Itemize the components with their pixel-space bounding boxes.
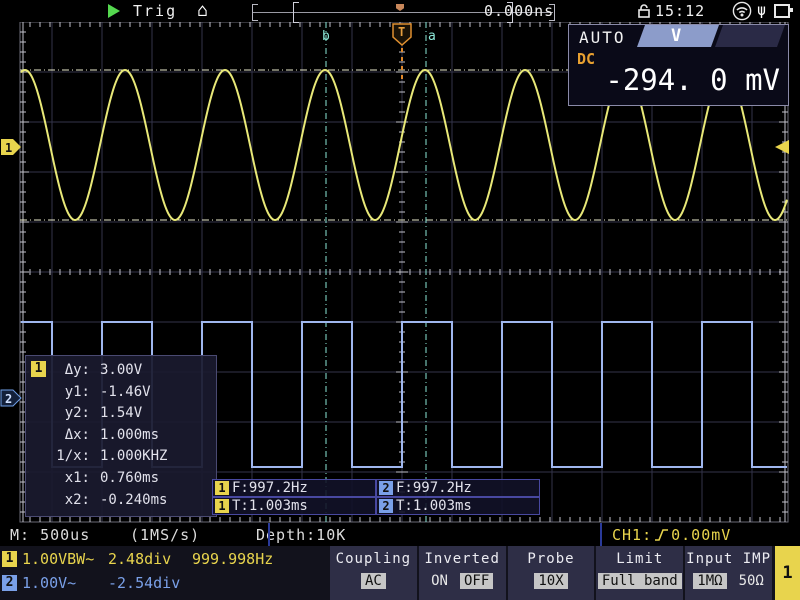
cursor-row-value: 1.000ms — [100, 425, 159, 447]
cursor-row: Δy: 3.00V — [26, 360, 216, 382]
svg-text:T: T — [398, 25, 405, 39]
meter-unit-tab-shadow — [715, 25, 785, 47]
clock: 15:12 — [655, 2, 705, 20]
oscilloscope-ui: { "top_bar": { "trig_label": "Trig", "ho… — [0, 0, 800, 600]
menu-section-coupling[interactable]: Coupling AC — [330, 546, 417, 600]
status-bar: M: 500us (1MS/s) Depth:10K CH1: 0.00mV — [0, 523, 800, 546]
menu-option[interactable]: 1MΩ — [693, 573, 726, 589]
measurement-channel-badge: 1 — [215, 499, 229, 513]
usb-icon: ψ — [757, 1, 766, 19]
meter-unit-label: V — [671, 26, 681, 46]
cursor-measure-box: 1 Δy:3.00Vy1:-1.46Vy2:1.54VΔx:1.000ms1/x… — [25, 355, 217, 517]
cursor-row-label: y2: — [26, 403, 90, 425]
cursor-row-value: 3.00V — [100, 360, 142, 382]
channel1-frequency: 999.998Hz — [192, 550, 273, 568]
horizontal-offset-readout: 0.000ns — [484, 2, 554, 20]
cursor-row: y2: 1.54V — [26, 403, 216, 425]
cursor-row-value: 1.54V — [100, 403, 142, 425]
x-cursor-label: b — [322, 29, 330, 44]
meter-mode-label: AUTO — [579, 28, 626, 47]
cursor-row: 1/x: 1.000KHZ — [26, 446, 216, 468]
cursor-row-label: 1/x: — [26, 446, 90, 468]
channel1-scale: 1.00VBW~ — [22, 550, 108, 568]
meter-reading: -294. 0 mV — [575, 63, 780, 97]
menu-section-input-imp[interactable]: Input IMP 1MΩ 50Ω — [685, 546, 772, 600]
trigger-source-label: CH1: — [612, 526, 652, 544]
cursor-row: x2: -0.240ms — [26, 490, 216, 512]
measurement-channel-badge: 1 — [215, 481, 229, 495]
run-state-icon — [108, 4, 120, 18]
menu-option[interactable]: ON — [431, 573, 448, 589]
top-bar: Trig ⌂ 0.000ns 15:12 ψ — [0, 0, 800, 22]
battery-icon — [774, 4, 790, 18]
cursor-row-label: Δx: — [26, 425, 90, 447]
status-divider — [600, 523, 602, 546]
cursor-row-value: 0.760ms — [100, 468, 159, 490]
menu-section-title: Limit — [596, 551, 683, 567]
menu-option[interactable]: 10X — [534, 573, 567, 589]
channel2-info: 2 1.00V~ -2.54div — [2, 574, 180, 592]
measurement-value: T:1.003ms — [232, 498, 308, 514]
measurement-channel-badge: 2 — [379, 499, 393, 513]
wifi-icon — [731, 1, 753, 21]
view-bracket-left — [293, 2, 299, 23]
trigger-level-value: 0.00mV — [671, 526, 731, 544]
measurement-value: T:1.003ms — [396, 498, 472, 514]
memory-bracket-left — [252, 4, 258, 21]
measurement-channel-badge: 2 — [379, 481, 393, 495]
measurement-cell: 1F:997.2Hz — [212, 479, 376, 497]
cursor-row: y1: -1.46V — [26, 382, 216, 404]
cursor-row-value: -0.240ms — [100, 490, 167, 512]
cursor-row-label: x2: — [26, 490, 90, 512]
menu-section-limit[interactable]: Limit Full band — [596, 546, 683, 600]
menu-section-probe[interactable]: Probe 10X — [508, 546, 595, 600]
cursor-row-value: -1.46V — [100, 382, 151, 404]
measurement-cell: 2F:997.2Hz — [376, 479, 540, 497]
channel2-badge: 2 — [2, 575, 17, 591]
svg-text:1: 1 — [5, 141, 12, 155]
auto-measurements: 1F:997.2Hz2F:997.2Hz1T:1.003ms2T:1.003ms — [212, 479, 542, 515]
menu-option[interactable]: 50Ω — [739, 573, 764, 589]
rising-edge-icon — [654, 527, 669, 543]
x-cursor-label: a — [428, 29, 436, 44]
channel1-badge: 1 — [2, 551, 17, 567]
measurement-cell: 2T:1.003ms — [376, 497, 540, 515]
channel1-info: 1 1.00VBW~ 2.48div 999.998Hz — [2, 550, 273, 568]
trigger-position-marker — [396, 4, 404, 11]
cursor-row: Δx: 1.000ms — [26, 425, 216, 447]
menu-section-title: Inverted — [419, 551, 506, 567]
measurement-value: F:997.2Hz — [232, 480, 308, 496]
menu-option[interactable]: AC — [361, 573, 386, 589]
channel2-position: -2.54div — [108, 574, 180, 592]
sample-rate-readout: (1MS/s) — [130, 526, 200, 544]
menu-section-inverted[interactable]: Inverted ON OFF — [419, 546, 506, 600]
trigger-readout: CH1: 0.00mV — [612, 526, 731, 544]
channel2-scale: 1.00V~ — [22, 574, 108, 592]
menu-section-title: Probe — [508, 551, 595, 567]
soft-menu: Coupling AC Inverted ON OFF Probe 10X Limit Full… — [330, 546, 774, 600]
menu-section-title: Coupling — [330, 551, 417, 567]
measurement-cell: 1T:1.003ms — [212, 497, 376, 515]
menu-section-title: Input IMP — [685, 551, 772, 567]
multimeter-panel: AUTO V DC -294. 0 mV — [568, 24, 789, 106]
cursor-row-value: 1.000KHZ — [100, 446, 167, 468]
status-divider — [268, 523, 270, 546]
svg-text:2: 2 — [5, 392, 12, 406]
cursor-row: x1: 0.760ms — [26, 468, 216, 490]
measurement-value: F:997.2Hz — [396, 480, 472, 496]
timebase-readout: M: 500us — [10, 526, 90, 544]
cursor-row-label: x1: — [26, 468, 90, 490]
home-icon[interactable]: ⌂ — [197, 0, 208, 21]
lock-icon — [637, 3, 651, 19]
channel1-position: 2.48div — [108, 550, 192, 568]
menu-channel-tab[interactable]: 1 — [775, 546, 800, 600]
trigger-status-label: Trig — [133, 2, 177, 20]
cursor-row-label: y1: — [26, 382, 90, 404]
cursor-row-label: Δy: — [26, 360, 90, 382]
menu-option[interactable]: Full band — [598, 573, 682, 589]
menu-option[interactable]: OFF — [460, 573, 493, 589]
cursor-rows: Δy:3.00Vy1:-1.46Vy2:1.54VΔx:1.000ms1/x:1… — [26, 360, 216, 511]
bottom-bar: 1 1.00VBW~ 2.48div 999.998Hz 2 1.00V~ -2… — [0, 546, 800, 600]
